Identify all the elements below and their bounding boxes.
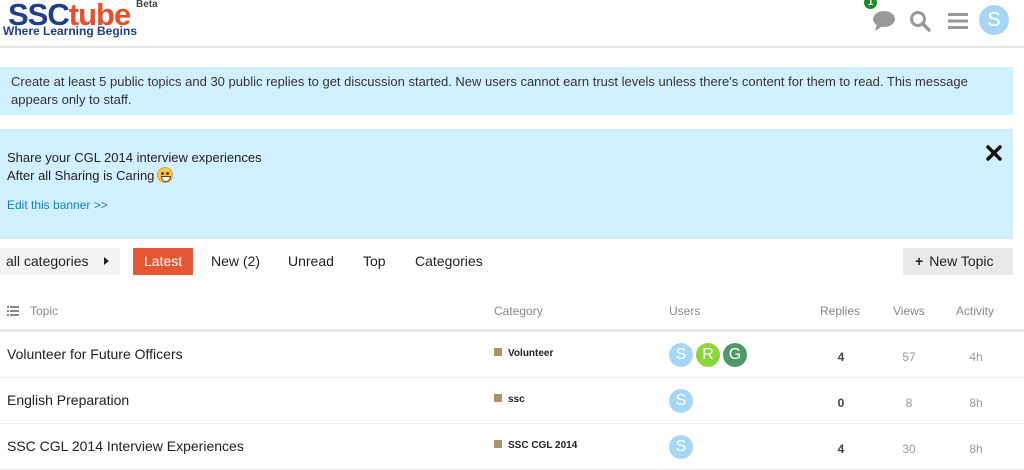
user-avatar[interactable]: S (669, 435, 693, 459)
category-dropdown[interactable]: all categories (0, 248, 120, 275)
plus-icon: + (915, 253, 924, 269)
current-user-avatar[interactable]: S (979, 5, 1009, 35)
banner-line-2-text: After all Sharing is Caring (7, 168, 155, 183)
header-views[interactable]: Views (893, 304, 925, 318)
logo-beta-label: Beta (136, 0, 158, 10)
site-logo[interactable]: SSCtube Beta Where Learning Begins (3, 0, 168, 44)
category-color-square (494, 440, 502, 448)
replies-count: 4 (837, 350, 845, 364)
caret-right-icon (104, 257, 109, 265)
topic-title-link[interactable]: English Preparation (7, 392, 129, 408)
activity-time[interactable]: 8h (956, 442, 996, 456)
banner-line-1: Share your CGL 2014 interview experience… (7, 150, 262, 165)
category-badge[interactable]: SSC CGL 2014 (494, 440, 577, 451)
topic-title-link[interactable]: SSC CGL 2014 Interview Experiences (7, 438, 244, 454)
header-category[interactable]: Category (494, 304, 543, 318)
header-users[interactable]: Users (669, 304, 700, 318)
user-avatar[interactable]: R (696, 343, 720, 367)
banner-line-2: After all Sharing is Caring (7, 167, 1006, 185)
tab-top[interactable]: Top (363, 248, 386, 275)
close-banner-icon[interactable] (985, 144, 1003, 162)
table-row[interactable]: Volunteer for Future Officers Volunteer … (0, 332, 1024, 378)
user-avatar[interactable]: S (669, 389, 693, 413)
activity-time[interactable]: 8h (956, 396, 996, 410)
site-header: SSCtube Beta Where Learning Begins 1 S (0, 0, 1024, 48)
new-topic-label: New Topic (929, 253, 994, 269)
user-avatar[interactable]: S (669, 343, 693, 367)
replies-count: 0 (837, 396, 845, 410)
activity-time[interactable]: 4h (956, 350, 996, 364)
views-count: 57 (902, 350, 916, 364)
table-row[interactable]: SSC CGL 2014 Interview Experiences SSC C… (0, 424, 1024, 470)
smiley-emoji-icon (157, 167, 174, 183)
staff-notice-text: Create at least 5 public topics and 30 p… (11, 74, 968, 107)
chat-bubble-icon[interactable] (869, 6, 899, 36)
new-topic-button[interactable]: + New Topic (903, 248, 1013, 275)
logo-tagline: Where Learning Begins (3, 24, 138, 38)
header-topic[interactable]: Topic (30, 304, 58, 318)
category-dropdown-label: all categories (6, 253, 89, 269)
category-badge-label: ssc (508, 394, 525, 405)
category-badge[interactable]: Volunteer (494, 348, 553, 359)
replies-count: 4 (837, 442, 845, 456)
tab-categories[interactable]: Categories (415, 248, 483, 275)
topic-list-nav: all categories Latest New (2) Unread Top… (0, 248, 1024, 276)
tab-new[interactable]: New (2) (211, 248, 260, 275)
header-activity[interactable]: Activity (956, 304, 994, 318)
search-icon[interactable] (905, 6, 935, 36)
header-replies[interactable]: Replies (820, 304, 860, 318)
topic-title-link[interactable]: Volunteer for Future Officers (7, 346, 183, 362)
table-row[interactable]: English Preparation ssc S 0 8 8h (0, 378, 1024, 424)
views-count: 30 (902, 442, 916, 456)
global-banner: Share your CGL 2014 interview experience… (0, 129, 1013, 239)
views-count: 8 (905, 396, 913, 410)
tab-latest[interactable]: Latest (133, 248, 194, 275)
tab-unread[interactable]: Unread (288, 248, 334, 275)
category-badge-label: Volunteer (508, 348, 554, 359)
category-badge-label: SSC CGL 2014 (508, 440, 578, 451)
hamburger-menu-icon[interactable] (943, 6, 973, 36)
edit-banner-link[interactable]: Edit this banner >> (7, 198, 1006, 212)
list-icon (7, 306, 19, 316)
category-color-square (494, 394, 502, 402)
topic-list-header: Topic Category Users Replies Views Activ… (0, 296, 1024, 332)
category-badge[interactable]: ssc (494, 394, 525, 405)
user-avatar[interactable]: G (723, 343, 747, 367)
category-color-square (494, 348, 502, 356)
staff-notice: Create at least 5 public topics and 30 p… (0, 67, 1013, 115)
